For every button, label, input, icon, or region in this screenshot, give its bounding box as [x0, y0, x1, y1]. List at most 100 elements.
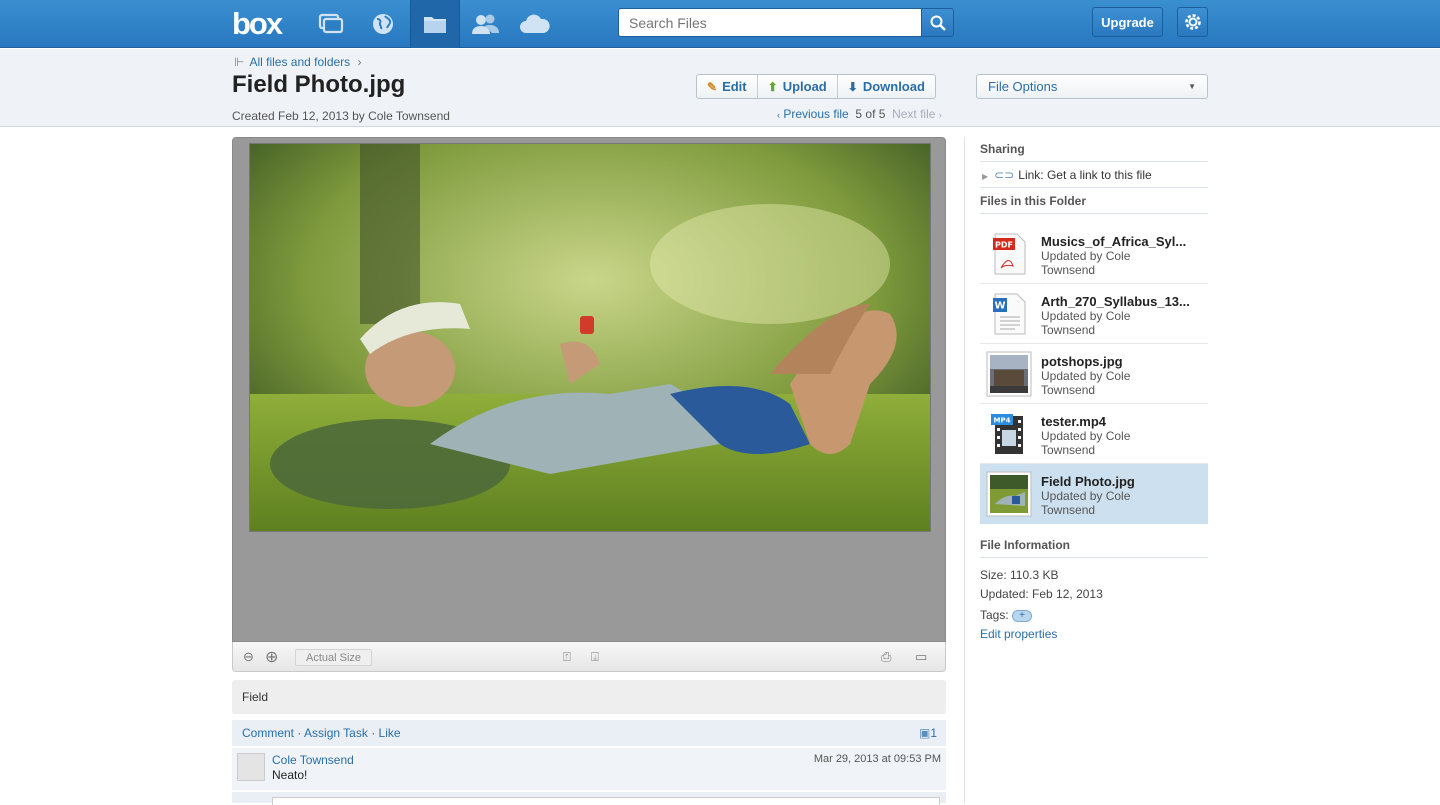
pdf-file-icon: PDF — [993, 233, 1026, 275]
svg-text:MP4: MP4 — [994, 417, 1011, 425]
field-photo-image — [250, 144, 930, 531]
comment-date: Mar 29, 2013 at 09:53 PM — [813, 753, 941, 765]
top-bar: box Upgrade — [0, 0, 1440, 48]
like-link[interactable]: Like — [379, 726, 401, 740]
folder-file-item[interactable]: MP4 tester.mp4 Updated by Cole Townsend — [980, 404, 1208, 464]
search-button[interactable] — [921, 8, 954, 37]
breadcrumb-all-files-link[interactable]: All files and folders — [249, 55, 350, 69]
preview-toolbar: ⊖ ⊕ Actual Size ⍐ ⍗ ⎙ ▭ — [232, 642, 946, 672]
page-down-icon: ⍗ — [591, 649, 599, 664]
image-thumbnail-icon — [986, 351, 1032, 397]
file-updated-by: Updated by Cole Townsend — [1041, 369, 1131, 397]
file-updated: Updated: Feb 12, 2013 — [980, 587, 1103, 601]
add-tag-icon[interactable]: + — [1012, 609, 1033, 622]
word-file-icon: W — [993, 293, 1026, 335]
reply-area — [232, 792, 946, 805]
globe-icon — [373, 14, 393, 34]
share-link-row[interactable]: ▶ ⊂⊃ Link: Get a link to this file — [982, 168, 1152, 182]
fullscreen-icon: ▭ — [915, 649, 928, 664]
comment-count[interactable]: ▣1 — [919, 726, 937, 740]
nav-files-button[interactable] — [410, 0, 460, 48]
folder-file-item[interactable]: W Arth_270_Syllabus_13... Updated by Col… — [980, 284, 1208, 344]
search-icon — [930, 15, 946, 31]
breadcrumb-separator: › — [357, 55, 362, 69]
file-description[interactable]: Field — [232, 680, 946, 714]
nav-cloud-button[interactable] — [510, 0, 560, 48]
search-input[interactable] — [618, 8, 922, 37]
fullscreen-button[interactable]: ▭ — [915, 649, 927, 665]
download-button[interactable]: ⬇ Download — [838, 75, 935, 98]
tags-label: Tags: — [980, 608, 1009, 622]
chevron-right-icon: › — [938, 110, 942, 120]
pencil-icon: ✎ — [707, 79, 718, 94]
next-page-button[interactable]: ⍗ — [591, 649, 599, 665]
nav-globe-button[interactable] — [358, 0, 408, 48]
comment-link[interactable]: Comment — [242, 726, 294, 740]
nav-people-button[interactable] — [460, 0, 510, 48]
file-options-label: File Options — [988, 79, 1058, 94]
folder-file-item-selected[interactable]: Field Photo.jpg Updated by Cole Townsend — [980, 464, 1208, 524]
previous-file-label: Previous file — [783, 107, 849, 121]
file-size: Size: 110.3 KB — [980, 568, 1059, 582]
next-file-link[interactable]: Next file › — [892, 107, 942, 121]
nav-updates-button[interactable] — [306, 0, 356, 48]
edit-properties-label: Edit properties — [980, 627, 1058, 641]
cloud-icon — [520, 14, 550, 33]
photo-preview[interactable] — [249, 143, 931, 532]
file-name: potshops.jpg — [1041, 354, 1123, 369]
created-info: Created Feb 12, 2013 by Cole Townsend — [232, 109, 450, 123]
divider — [980, 187, 1208, 188]
image-thumbnail-icon — [986, 471, 1032, 517]
chevron-left-icon: ‹ — [777, 110, 780, 120]
edit-properties-link[interactable]: Edit properties — [980, 627, 1057, 641]
file-pager: ‹ Previous file 5 of 5 Next file › — [777, 107, 942, 121]
folder-tree-icon: ⊩ — [234, 55, 245, 69]
avatar — [237, 753, 265, 781]
upload-label: Upload — [782, 79, 827, 94]
next-file-label: Next file — [892, 107, 936, 121]
comment-count-value: 1 — [930, 726, 937, 740]
zoom-out-icon: ⊖ — [243, 649, 254, 664]
updates-icon — [318, 13, 344, 34]
page-title: Field Photo.jpg — [232, 71, 406, 98]
upload-button[interactable]: ⬆ Upload — [758, 75, 838, 98]
divider — [980, 161, 1208, 162]
file-position: 5 of 5 — [855, 107, 886, 121]
activity-actions: Comment · Assign Task · Like ▣1 — [232, 720, 946, 746]
divider — [980, 213, 1208, 214]
file-updated-by: Updated by Cole Townsend — [1041, 489, 1131, 517]
video-file-icon: MP4 — [991, 414, 1023, 454]
previous-file-link[interactable]: ‹ Previous file — [777, 107, 849, 121]
files-in-folder-heading: Files in this Folder — [980, 194, 1087, 208]
assign-task-link[interactable]: Assign Task — [304, 726, 368, 740]
sidebar-divider — [964, 137, 965, 803]
zoom-out-button[interactable]: ⊖ — [243, 649, 254, 665]
printer-icon: ⎙ — [881, 649, 892, 664]
settings-button[interactable] — [1177, 7, 1208, 37]
file-updated-by: Updated by Cole Townsend — [1041, 309, 1131, 337]
file-updated-by: Updated by Cole Townsend — [1041, 249, 1131, 277]
edit-button[interactable]: ✎ Edit — [697, 75, 758, 98]
reply-input[interactable] — [272, 797, 940, 805]
previous-page-button[interactable]: ⍐ — [563, 649, 571, 665]
file-options-dropdown[interactable]: File Options ▼ — [976, 74, 1208, 99]
folder-file-item[interactable]: potshops.jpg Updated by Cole Townsend — [980, 344, 1208, 404]
zoom-in-icon: ⊕ — [265, 649, 279, 666]
folder-file-item[interactable]: PDF Musics_of_Africa_Syl... Updated by C… — [980, 224, 1208, 284]
gear-icon — [1184, 14, 1201, 30]
comment-item: Cole Townsend Neato! Mar 29, 2013 at 09:… — [232, 748, 946, 790]
file-name: Musics_of_Africa_Syl... — [1041, 234, 1187, 249]
file-preview — [232, 137, 946, 642]
link-icon: ⊂⊃ — [994, 168, 1015, 182]
breadcrumb: ⊩ All files and folders › — [234, 55, 362, 69]
edit-label: Edit — [722, 79, 747, 94]
action-separator: · — [371, 726, 376, 740]
zoom-in-button[interactable]: ⊕ — [265, 647, 278, 667]
print-button[interactable]: ⎙ — [881, 649, 891, 665]
comment-text: Neato! — [272, 768, 308, 782]
actual-size-button[interactable]: Actual Size — [295, 649, 372, 666]
box-logo[interactable]: box — [232, 6, 283, 42]
file-name: tester.mp4 — [1041, 414, 1107, 429]
action-separator: · — [297, 726, 302, 740]
upgrade-button[interactable]: Upgrade — [1092, 7, 1163, 37]
